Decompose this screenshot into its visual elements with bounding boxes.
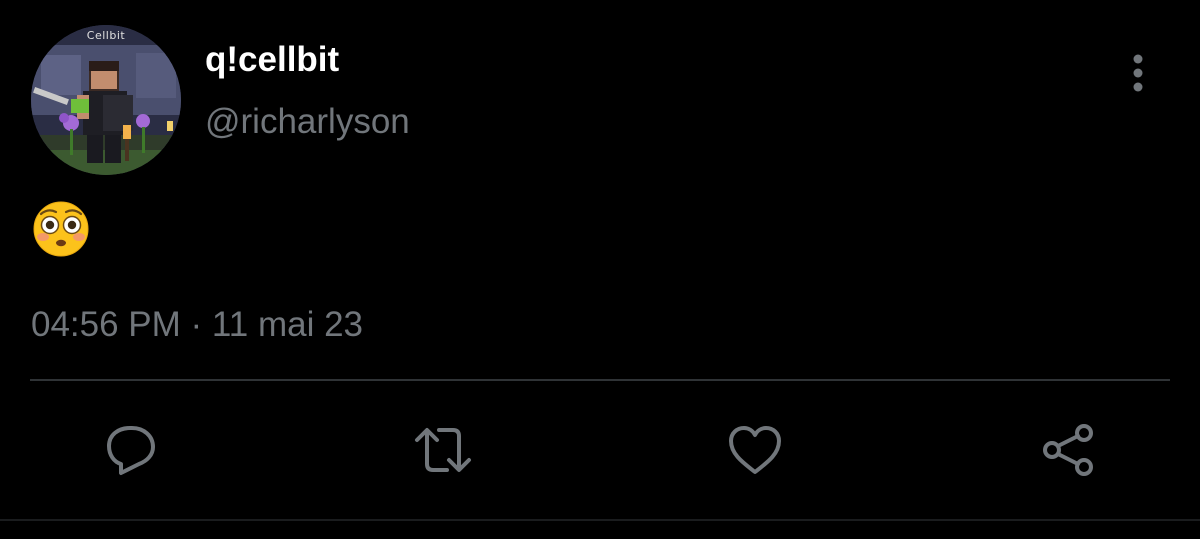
share-button[interactable] bbox=[1036, 418, 1100, 482]
like-button[interactable] bbox=[723, 418, 787, 482]
tweet-text: 😳 bbox=[32, 201, 92, 257]
heart-icon bbox=[729, 426, 781, 474]
avatar-badge-text: Cellbit bbox=[86, 29, 126, 42]
tweet-timestamp[interactable]: 04:56 PM · 11 mai 23 bbox=[31, 303, 363, 347]
flushed-face-emoji: 😳 bbox=[33, 201, 89, 257]
more-options-button[interactable] bbox=[1118, 50, 1158, 96]
avatar[interactable]: Cellbit bbox=[31, 25, 181, 175]
reply-icon bbox=[107, 426, 155, 475]
reply-button[interactable] bbox=[99, 418, 163, 482]
retweet-button[interactable] bbox=[411, 418, 475, 482]
retweet-icon bbox=[415, 428, 471, 472]
bottom-divider bbox=[0, 519, 1200, 521]
tweet-detail: Cellbit q!cellbit @richarlyson 😳 bbox=[0, 0, 1200, 539]
divider bbox=[30, 379, 1170, 381]
avatar-image bbox=[31, 25, 181, 175]
display-name[interactable]: q!cellbit bbox=[205, 40, 339, 80]
more-vertical-icon bbox=[1133, 54, 1143, 92]
share-icon bbox=[1043, 424, 1093, 476]
user-handle[interactable]: @richarlyson bbox=[205, 102, 410, 142]
